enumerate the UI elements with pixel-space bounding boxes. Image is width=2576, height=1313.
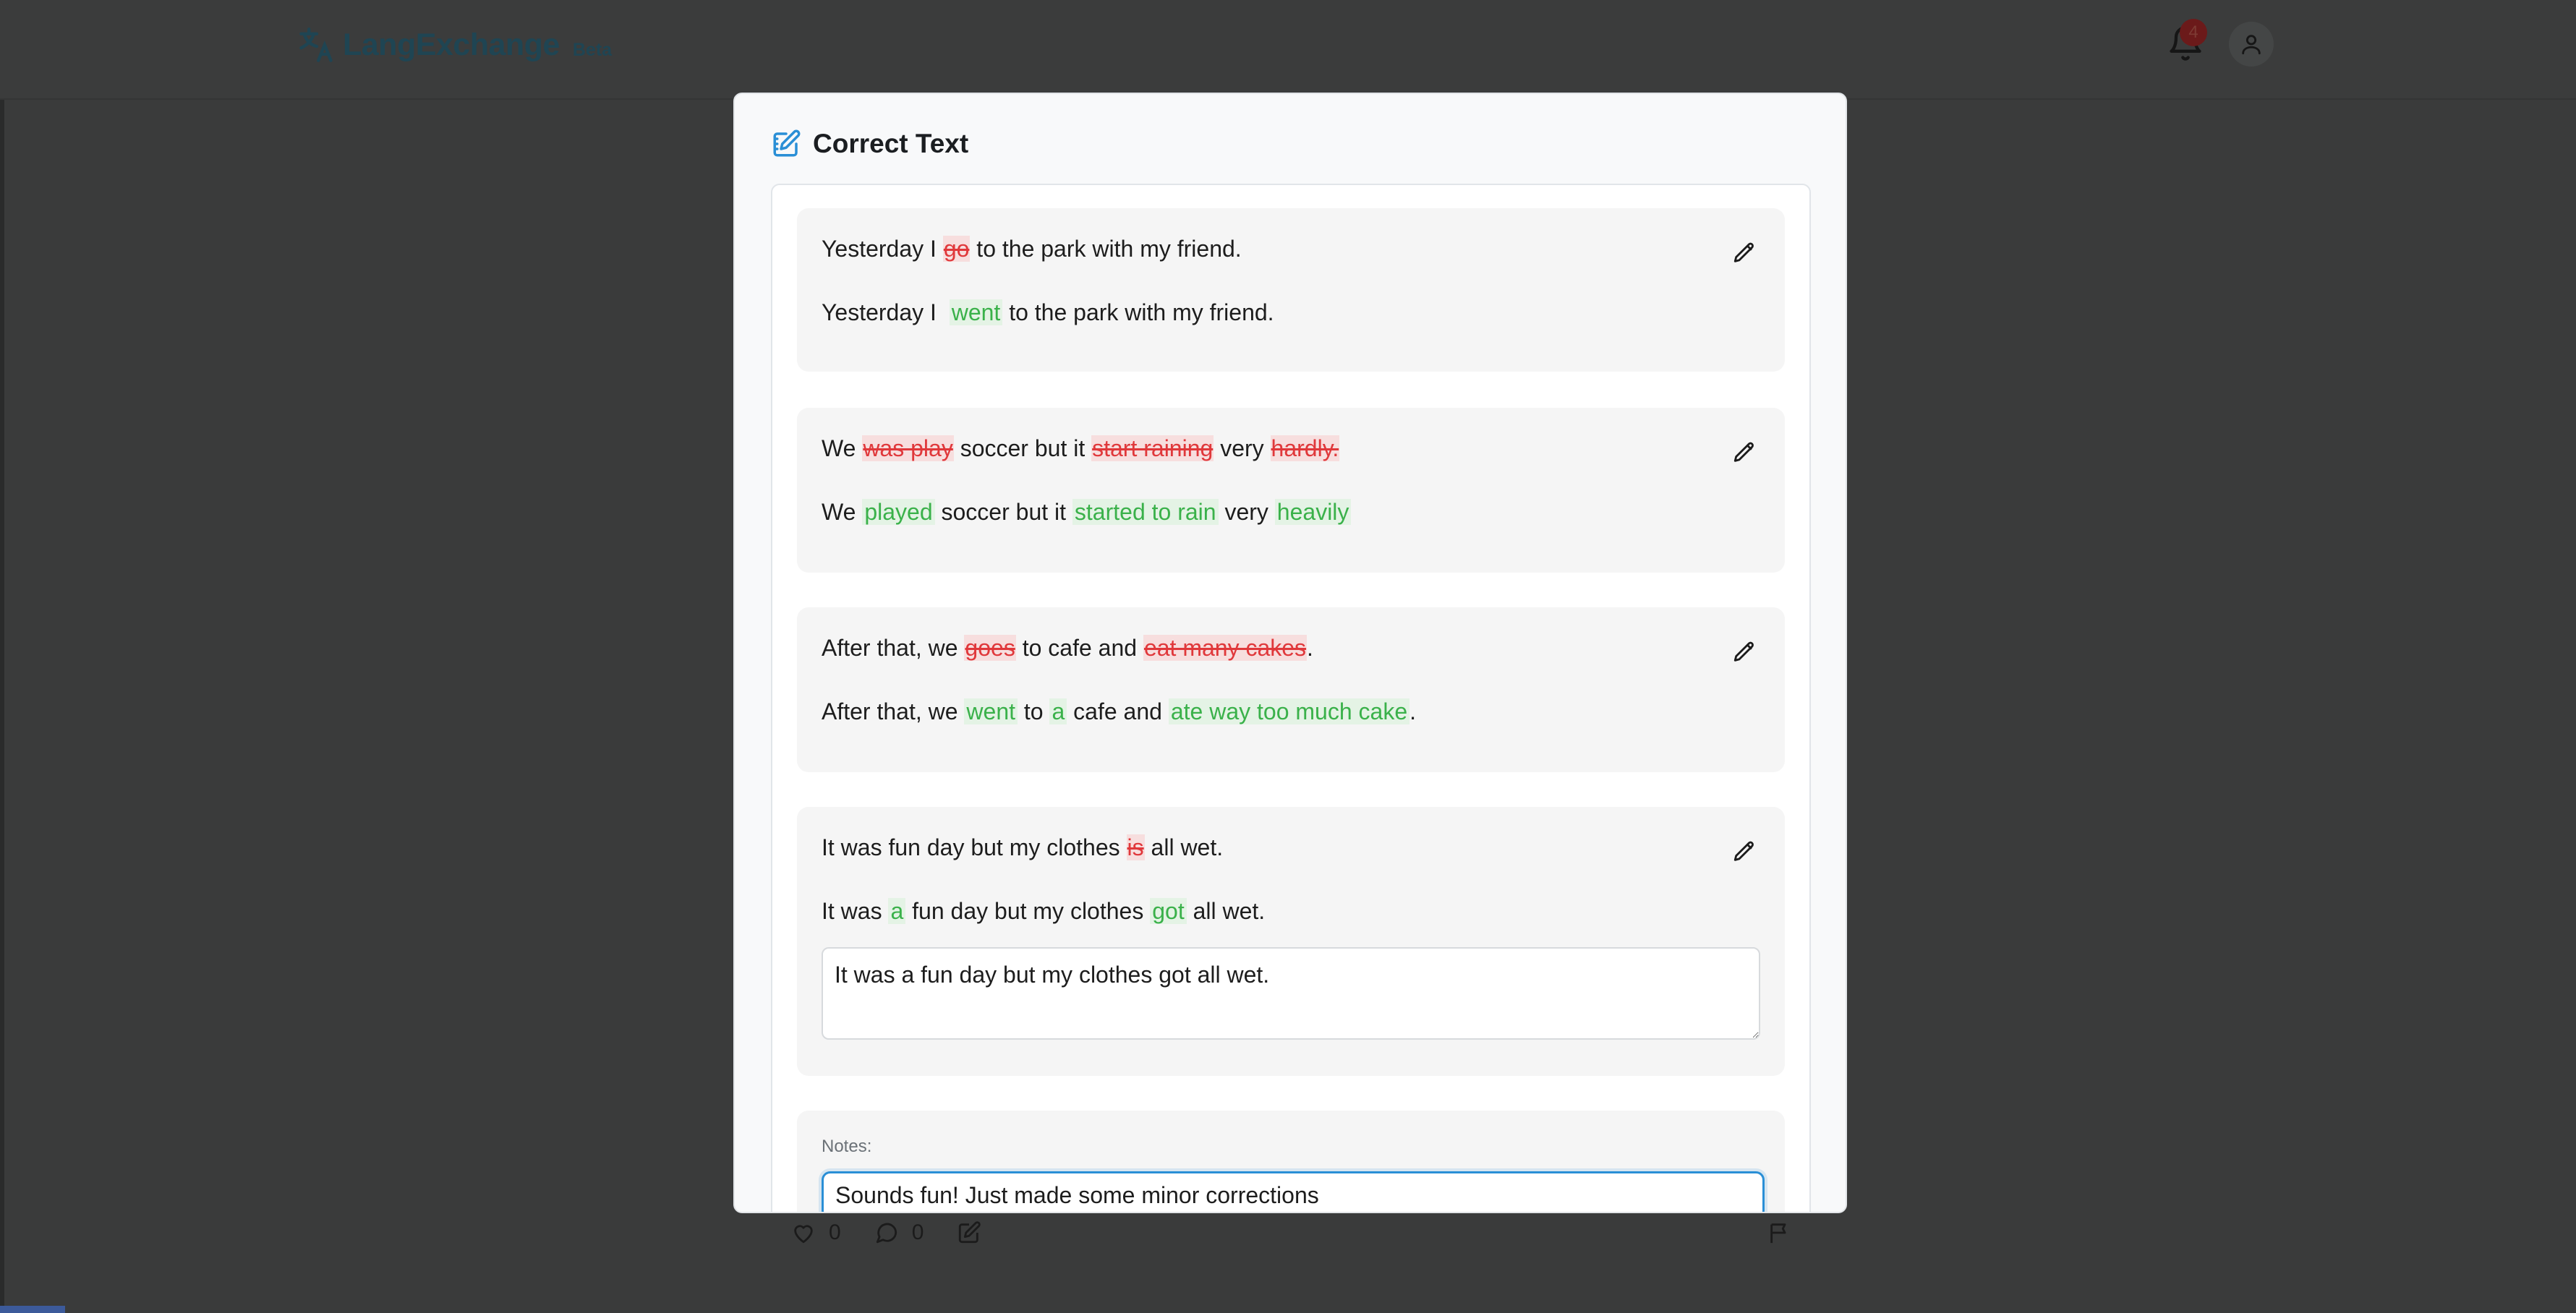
beta-badge: Beta [572, 39, 613, 60]
window-corner-accent [0, 1306, 65, 1313]
correction-card: We was play soccer but it start raining … [797, 408, 1785, 573]
correction-card: After that, we goes to cafe and eat many… [797, 607, 1785, 772]
like-count: 0 [829, 1220, 841, 1244]
inserted-text: got [1150, 898, 1187, 924]
sentence-text: . [1307, 635, 1313, 661]
logo[interactable]: LangExchange Beta [298, 26, 612, 64]
edit-correction-button[interactable] [1730, 438, 1759, 467]
inserted-text: heavily [1274, 499, 1352, 525]
logo-name: LangExchange [343, 27, 560, 62]
original-sentence: It was fun day but my clothes is all wet… [822, 834, 1223, 861]
corrected-sentence: Yesterday I went to the park with my fri… [822, 299, 1274, 326]
sentence-text: to the park with my friend. [1002, 299, 1274, 325]
edit-correction-button[interactable] [1730, 837, 1759, 866]
modal-header: Correct Text [771, 129, 968, 159]
corrected-sentence: After that, we went to a cafe and ate wa… [822, 698, 1416, 725]
pencil-icon [1733, 841, 1754, 861]
corrected-sentence: It was a fun day but my clothes got all … [822, 898, 1265, 925]
modal-title: Correct Text [813, 129, 969, 158]
heart-icon [794, 1225, 813, 1244]
comment-count: 0 [911, 1220, 924, 1244]
correct-text-modal: Correct Text Yesterday I go to the park … [733, 93, 1847, 1213]
edit-correction-button[interactable] [1730, 239, 1759, 268]
correction-edit-textarea[interactable]: It was a fun day but my clothes got all … [822, 947, 1760, 1040]
post-actions: 0 0 [791, 1220, 1015, 1245]
deleted-text: goes [964, 635, 1016, 661]
inserted-text: went [964, 698, 1018, 724]
correction-card: It was fun day but my clothes is all wet… [797, 807, 1785, 1076]
comment-icon [876, 1223, 897, 1244]
user-menu-button[interactable] [2229, 22, 2274, 67]
sentence-text: soccer but it [934, 499, 1072, 525]
sentence-text: to cafe and [1015, 635, 1143, 661]
pencil-icon [1733, 641, 1754, 662]
inserted-text: started to rain [1072, 499, 1219, 525]
edit-correction-button[interactable] [1730, 638, 1759, 667]
deleted-text: hardly. [1270, 435, 1340, 461]
edit-note-icon [959, 1221, 981, 1244]
sentence-text: very [1214, 435, 1271, 461]
correction-card: Yesterday I go to the park with my frien… [797, 208, 1785, 372]
sentence-text: very [1218, 499, 1275, 525]
inserted-text: a [888, 898, 906, 924]
notes-input[interactable] [822, 1171, 1765, 1212]
sentence-text: to the park with my friend. [970, 236, 1242, 262]
sentence-text: . [1409, 698, 1416, 724]
sentence-text: cafe and [1067, 698, 1169, 724]
sentence-text: all wet. [1186, 898, 1266, 924]
pencil-icon [1733, 442, 1754, 462]
sentence-text: fun day but my clothes [905, 898, 1151, 924]
sentence-text: We [822, 435, 863, 461]
deleted-text: start raining [1091, 435, 1214, 461]
inserted-text: went [949, 299, 1003, 325]
deleted-text: was play [862, 435, 954, 461]
inserted-text: a [1049, 698, 1067, 724]
edit-note-icon [773, 129, 801, 157]
sentence-text: It was [822, 898, 889, 924]
user-icon [2242, 35, 2261, 55]
app-header: LangExchange Beta 4 [0, 0, 2576, 100]
sentence-text: After that, we [822, 635, 965, 661]
original-sentence: We was play soccer but it start raining … [822, 435, 1340, 462]
original-sentence: Yesterday I go to the park with my frien… [822, 236, 1242, 262]
sentence-text: Yesterday I [822, 299, 950, 325]
notification-badge: 4 [2180, 19, 2207, 46]
flag-icon[interactable] [1767, 1220, 1792, 1245]
original-sentence: After that, we goes to cafe and eat many… [822, 635, 1313, 662]
notes-section: Notes: [797, 1111, 1785, 1212]
sentence-text: all wet. [1144, 834, 1224, 860]
corrected-sentence: We played soccer but it started to rain … [822, 499, 1352, 526]
sentence-text: It was fun day but my clothes [822, 834, 1127, 860]
correct-button[interactable] [957, 1220, 981, 1245]
sentence-text: to [1018, 698, 1050, 724]
comment-button[interactable]: 0 [874, 1220, 924, 1245]
like-button[interactable]: 0 [791, 1220, 841, 1245]
inserted-text: ate way too much cake [1168, 698, 1410, 724]
window-edge [0, 0, 4, 1313]
notes-label: Notes: [822, 1137, 872, 1156]
corrections-panel: Yesterday I go to the park with my frien… [771, 184, 1811, 1212]
sentence-text: After that, we [822, 698, 965, 724]
deleted-text: eat many cakes [1143, 635, 1308, 661]
pencil-icon [1733, 242, 1754, 262]
sentence-text: soccer but it [953, 435, 1092, 461]
inserted-text: played [862, 499, 935, 525]
sentence-text: Yesterday I [822, 236, 943, 262]
deleted-text: go [942, 236, 971, 262]
deleted-text: is [1126, 834, 1145, 860]
sentence-text: We [822, 499, 863, 525]
translate-icon [299, 27, 333, 62]
